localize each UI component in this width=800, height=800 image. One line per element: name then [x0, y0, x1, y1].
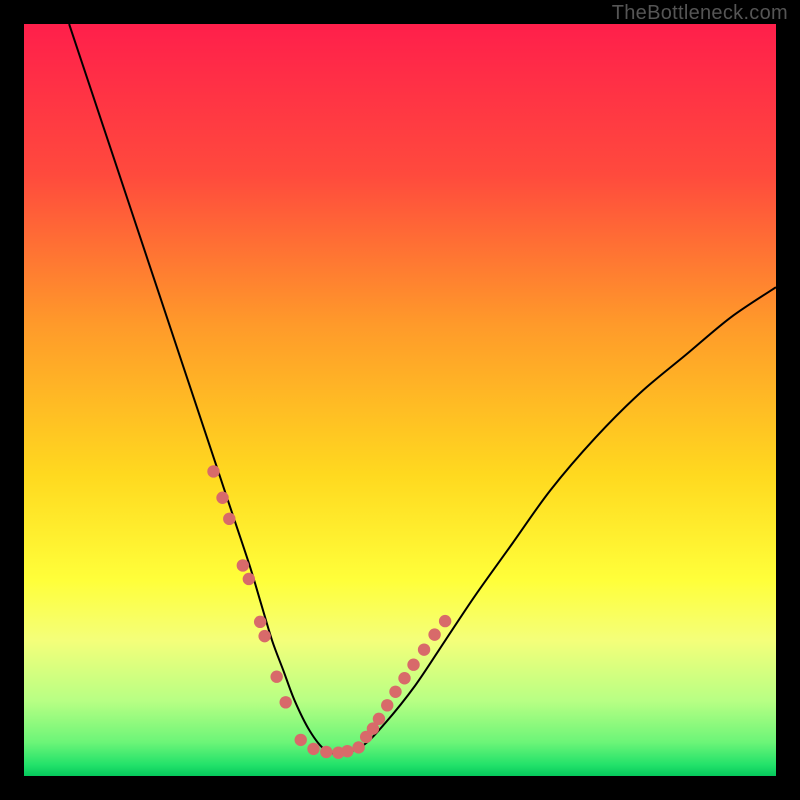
- data-point: [428, 628, 440, 640]
- data-point: [295, 734, 307, 746]
- data-point: [307, 743, 319, 755]
- data-point: [381, 699, 393, 711]
- data-point: [223, 513, 235, 525]
- data-point: [439, 615, 451, 627]
- data-point: [243, 573, 255, 585]
- data-point: [352, 741, 364, 753]
- chart-frame: [24, 24, 776, 776]
- gradient-background: [24, 24, 776, 776]
- data-point: [407, 659, 419, 671]
- data-point: [216, 492, 228, 504]
- data-point: [373, 713, 385, 725]
- data-point: [207, 465, 219, 477]
- watermark-text: TheBottleneck.com: [612, 2, 788, 25]
- data-point: [254, 616, 266, 628]
- data-point: [341, 745, 353, 757]
- data-point: [258, 630, 270, 642]
- data-point: [279, 696, 291, 708]
- data-point: [270, 671, 282, 683]
- data-point: [389, 686, 401, 698]
- bottleneck-chart: [24, 24, 776, 776]
- data-point: [418, 643, 430, 655]
- data-point: [237, 559, 249, 571]
- data-point: [398, 672, 410, 684]
- data-point: [320, 746, 332, 758]
